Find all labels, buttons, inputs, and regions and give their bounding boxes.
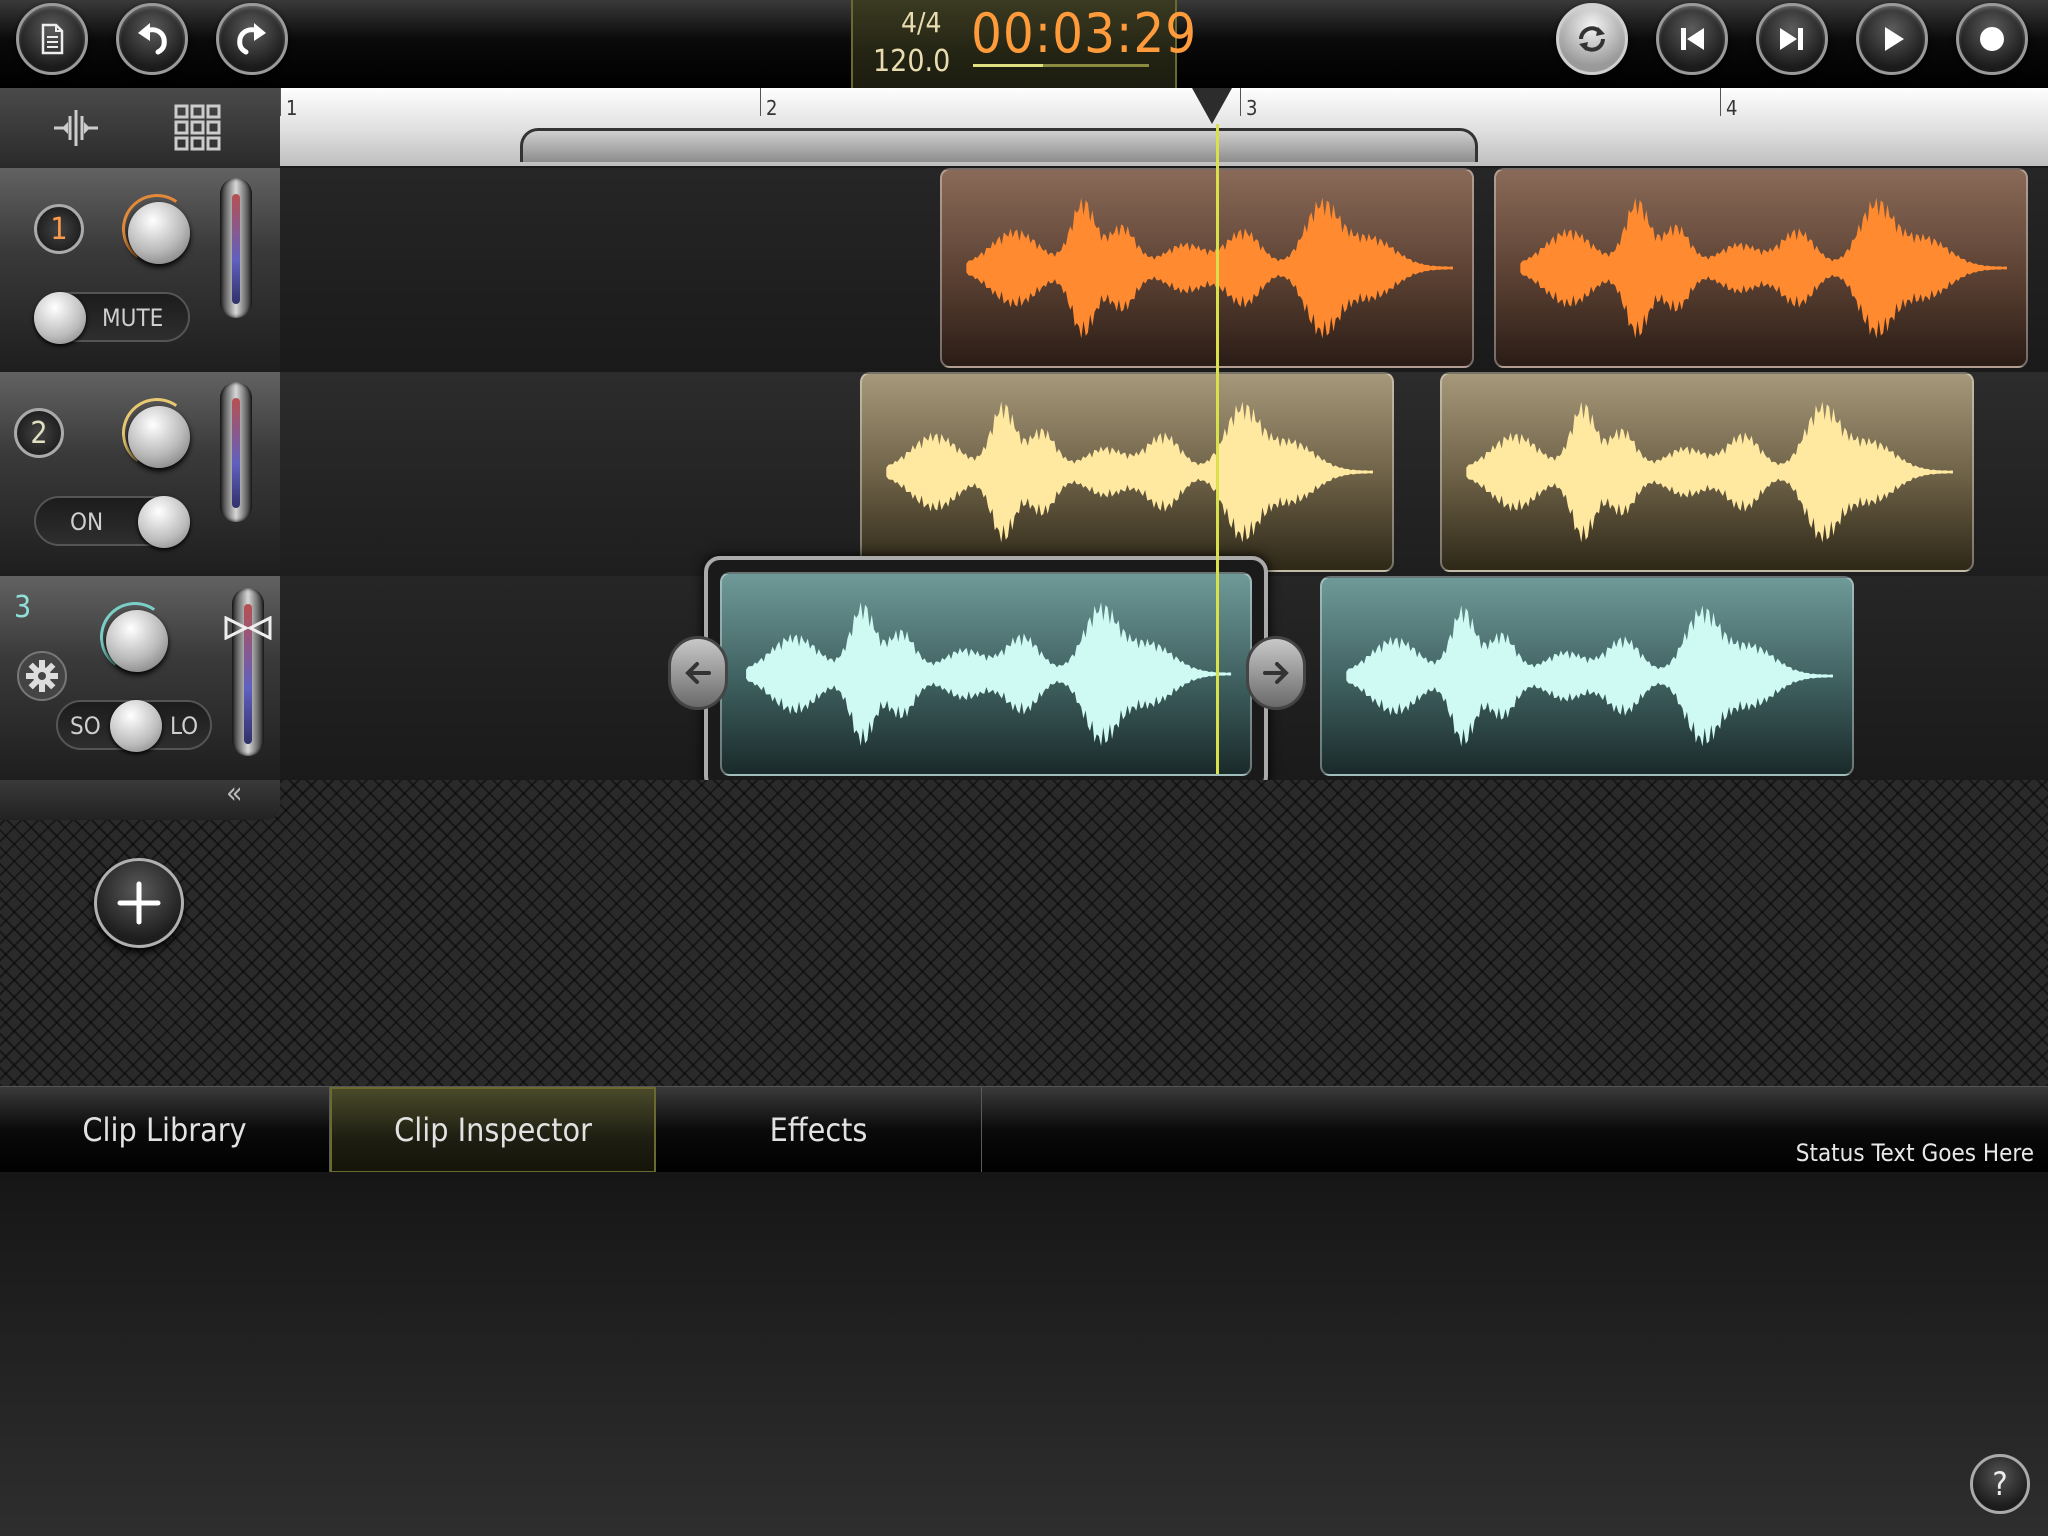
on-toggle[interactable]: ON <box>34 496 190 548</box>
track-number[interactable]: 2 <box>14 408 64 458</box>
redo-button[interactable] <box>216 3 288 75</box>
bar-label: 4 <box>1726 96 1738 120</box>
audio-clip[interactable] <box>940 168 1474 368</box>
track-number[interactable]: 3 <box>14 590 31 625</box>
track-fader[interactable] <box>232 588 264 756</box>
undo-button[interactable] <box>116 3 188 75</box>
status-text: Status Text Goes Here <box>1795 1139 2034 1167</box>
audio-clip[interactable] <box>1320 576 1854 776</box>
track-header-collapse[interactable]: « <box>0 776 280 820</box>
audio-clip[interactable] <box>1440 372 1974 572</box>
collapse-label: « <box>226 776 243 811</box>
audio-clip[interactable] <box>860 372 1394 572</box>
undo-icon <box>138 23 167 55</box>
bottom-tab-bar: Clip Library Clip Inspector Effects Stat… <box>0 1086 2048 1174</box>
tab-clip-library[interactable]: Clip Library <box>0 1087 330 1173</box>
waveform <box>1520 197 2007 339</box>
waveform <box>1346 605 1833 747</box>
empty-track-area <box>0 780 2048 1086</box>
fader-marker-icon <box>224 616 272 640</box>
volume-knob[interactable] <box>128 406 190 468</box>
clip-trim-left-handle[interactable] <box>668 636 728 710</box>
tab-effects[interactable]: Effects <box>656 1087 982 1173</box>
toggle-label: MUTE <box>102 304 164 332</box>
toggle-label: ON <box>70 508 104 536</box>
selected-audio-clip[interactable] <box>720 572 1252 776</box>
solo-toggle[interactable]: SO LO <box>56 700 212 752</box>
gear-icon[interactable] <box>16 650 68 702</box>
inspector-panel <box>0 1172 2048 1536</box>
audio-clip[interactable] <box>1494 168 2028 368</box>
track-lane-1[interactable] <box>280 168 2048 373</box>
track-fader[interactable] <box>220 382 252 522</box>
track-number[interactable]: 1 <box>34 204 84 254</box>
document-button[interactable] <box>16 3 88 75</box>
tempo-value: 120.0 <box>873 44 951 79</box>
bar-label: 2 <box>766 96 778 120</box>
selected-clip-frame[interactable] <box>704 556 1268 792</box>
waveform <box>746 602 1232 746</box>
clip-trim-right-handle[interactable] <box>1246 636 1306 710</box>
redo-icon <box>237 23 266 55</box>
clock-progress-fill <box>973 64 1044 67</box>
tab-clip-inspector[interactable]: Clip Inspector <box>330 1087 656 1173</box>
document-icon <box>41 23 64 55</box>
track-lane-2[interactable] <box>280 372 2048 577</box>
waveform <box>886 401 1373 543</box>
track-fader[interactable] <box>220 178 252 318</box>
tools-row <box>0 88 280 168</box>
loop-icon <box>1579 26 1605 52</box>
top-toolbar: 4/4 120.0 00:03:29 <box>0 0 2048 89</box>
record-button[interactable] <box>1956 3 2028 75</box>
arrow-left-icon <box>685 662 711 684</box>
bar-label: 1 <box>286 96 298 120</box>
volume-knob[interactable] <box>128 202 190 264</box>
track-header-2: 2 ON <box>0 372 280 577</box>
split-icon[interactable] <box>50 102 102 154</box>
skip-forward-icon <box>1780 28 1803 50</box>
arrow-right-icon <box>1263 662 1289 684</box>
clock-progress-bar <box>973 64 1149 67</box>
skip-forward-button[interactable] <box>1756 3 1828 75</box>
timeline-ruler[interactable]: 1 2 3 4 <box>280 88 2048 166</box>
loop-button[interactable] <box>1556 3 1628 75</box>
skip-back-button[interactable] <box>1656 3 1728 75</box>
time-clock: 00:03:29 <box>971 2 1198 65</box>
playhead-line[interactable] <box>1216 124 1219 774</box>
waveform <box>966 197 1453 339</box>
time-signature: 4/4 <box>901 6 942 39</box>
toggle-left-label: SO <box>70 712 101 740</box>
plus-icon <box>117 881 161 925</box>
track-header-3: 3 SO LO <box>0 576 280 781</box>
record-icon <box>1980 27 2004 51</box>
transport-display[interactable]: 4/4 120.0 00:03:29 <box>851 0 1196 88</box>
play-icon <box>1885 27 1904 51</box>
volume-knob[interactable] <box>106 610 168 672</box>
add-track-button[interactable] <box>94 858 184 948</box>
mute-toggle[interactable]: MUTE <box>34 292 190 344</box>
track-header-1: 1 MUTE <box>0 168 280 373</box>
help-button[interactable]: ? <box>1970 1454 2030 1514</box>
loop-region[interactable] <box>520 128 1478 162</box>
waveform <box>1466 401 1953 543</box>
skip-back-icon <box>1681 28 1704 50</box>
bar-label: 3 <box>1246 96 1258 120</box>
play-button[interactable] <box>1856 3 1928 75</box>
playhead-marker[interactable] <box>1192 88 1232 124</box>
grid-icon[interactable] <box>172 102 224 154</box>
toggle-right-label: LO <box>170 712 199 740</box>
